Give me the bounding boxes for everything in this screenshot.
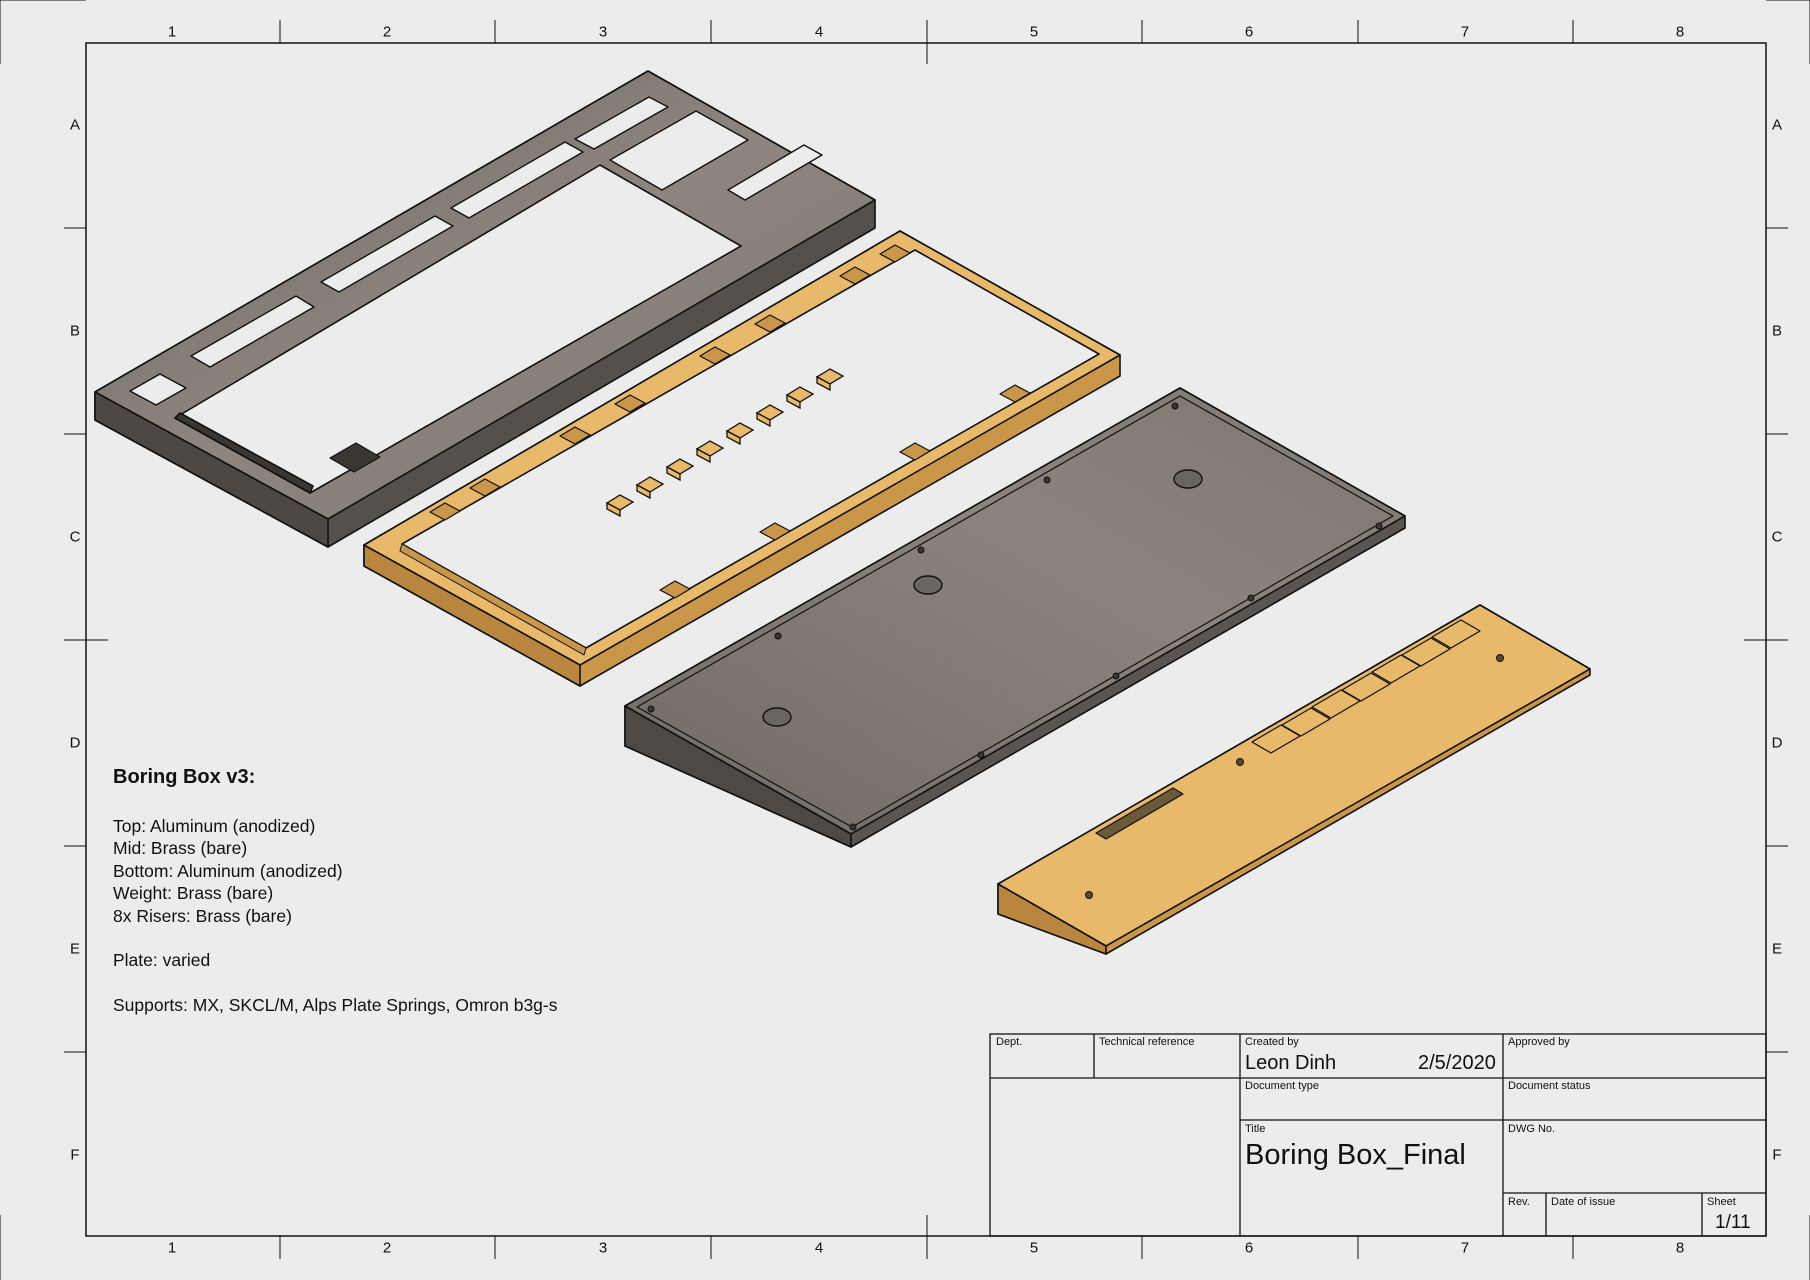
sheet-label: Sheet bbox=[1707, 1196, 1736, 1208]
dept-label: Dept. bbox=[996, 1036, 1023, 1048]
approved-by-label: Approved by bbox=[1508, 1036, 1570, 1048]
col-label-top: 5 bbox=[1029, 23, 1039, 41]
material-line: Mid: Brass (bare) bbox=[113, 838, 248, 858]
row-label-right: C bbox=[1771, 528, 1783, 546]
supports-note: Supports: MX, SKCL/M, Alps Plate Springs… bbox=[113, 994, 558, 1015]
col-label-top: 2 bbox=[382, 23, 392, 41]
row-label-left: E bbox=[69, 940, 81, 958]
col-label-bottom: 7 bbox=[1460, 1239, 1470, 1257]
title-label: Title bbox=[1245, 1123, 1266, 1135]
col-label-top: 3 bbox=[598, 23, 608, 41]
plate-note: Plate: varied bbox=[113, 950, 211, 970]
row-label-right: F bbox=[1772, 1146, 1782, 1164]
col-label-bottom: 8 bbox=[1675, 1239, 1685, 1257]
col-label-bottom: 5 bbox=[1029, 1239, 1039, 1257]
title-block-grid bbox=[989, 1033, 1767, 1237]
created-date-value: 2/5/2020 bbox=[1418, 1052, 1496, 1074]
row-label-right: D bbox=[1771, 734, 1783, 752]
created-by-value: Leon Dinh bbox=[1245, 1052, 1337, 1074]
row-label-left: A bbox=[69, 116, 81, 134]
created-by-label: Created by bbox=[1245, 1036, 1299, 1048]
doc-type-label: Document type bbox=[1245, 1080, 1319, 1092]
row-label-right: E bbox=[1771, 940, 1783, 958]
drawing-title: Boring Box_Final bbox=[1245, 1139, 1466, 1171]
col-label-top: 8 bbox=[1675, 23, 1685, 41]
date-of-issue-label: Date of issue bbox=[1551, 1196, 1616, 1208]
col-label-bottom: 1 bbox=[167, 1239, 177, 1257]
col-label-bottom: 6 bbox=[1244, 1239, 1254, 1257]
row-label-left: B bbox=[69, 322, 81, 340]
col-label-bottom: 4 bbox=[814, 1239, 824, 1257]
notes-block: Boring Box v3: Top: Aluminum (anodized) … bbox=[113, 766, 813, 1016]
col-label-top: 1 bbox=[167, 23, 177, 41]
notes-heading: Boring Box v3: bbox=[113, 766, 256, 788]
col-label-top: 4 bbox=[814, 23, 824, 41]
material-line: 8x Risers: Brass (bare) bbox=[113, 905, 292, 926]
row-label-left: D bbox=[69, 734, 81, 752]
dwg-no-label: DWG No. bbox=[1508, 1123, 1556, 1135]
col-label-bottom: 3 bbox=[598, 1239, 608, 1257]
col-label-top: 7 bbox=[1460, 23, 1470, 41]
material-line: Top: Aluminum (anodized) bbox=[113, 815, 316, 836]
col-label-bottom: 2 bbox=[382, 1239, 392, 1257]
row-label-right: B bbox=[1771, 322, 1783, 340]
sheet-number: 1/11 bbox=[1715, 1212, 1751, 1233]
rev-label: Rev. bbox=[1508, 1196, 1530, 1208]
material-line: Bottom: Aluminum (anodized) bbox=[113, 860, 343, 881]
row-label-right: A bbox=[1771, 116, 1783, 134]
row-label-left: C bbox=[69, 528, 81, 546]
material-line: Weight: Brass (bare) bbox=[113, 883, 274, 903]
tech-ref-label: Technical reference bbox=[1099, 1036, 1195, 1048]
col-label-top: 6 bbox=[1244, 23, 1254, 41]
row-label-left: F bbox=[70, 1146, 80, 1164]
doc-status-label: Document status bbox=[1508, 1080, 1591, 1092]
